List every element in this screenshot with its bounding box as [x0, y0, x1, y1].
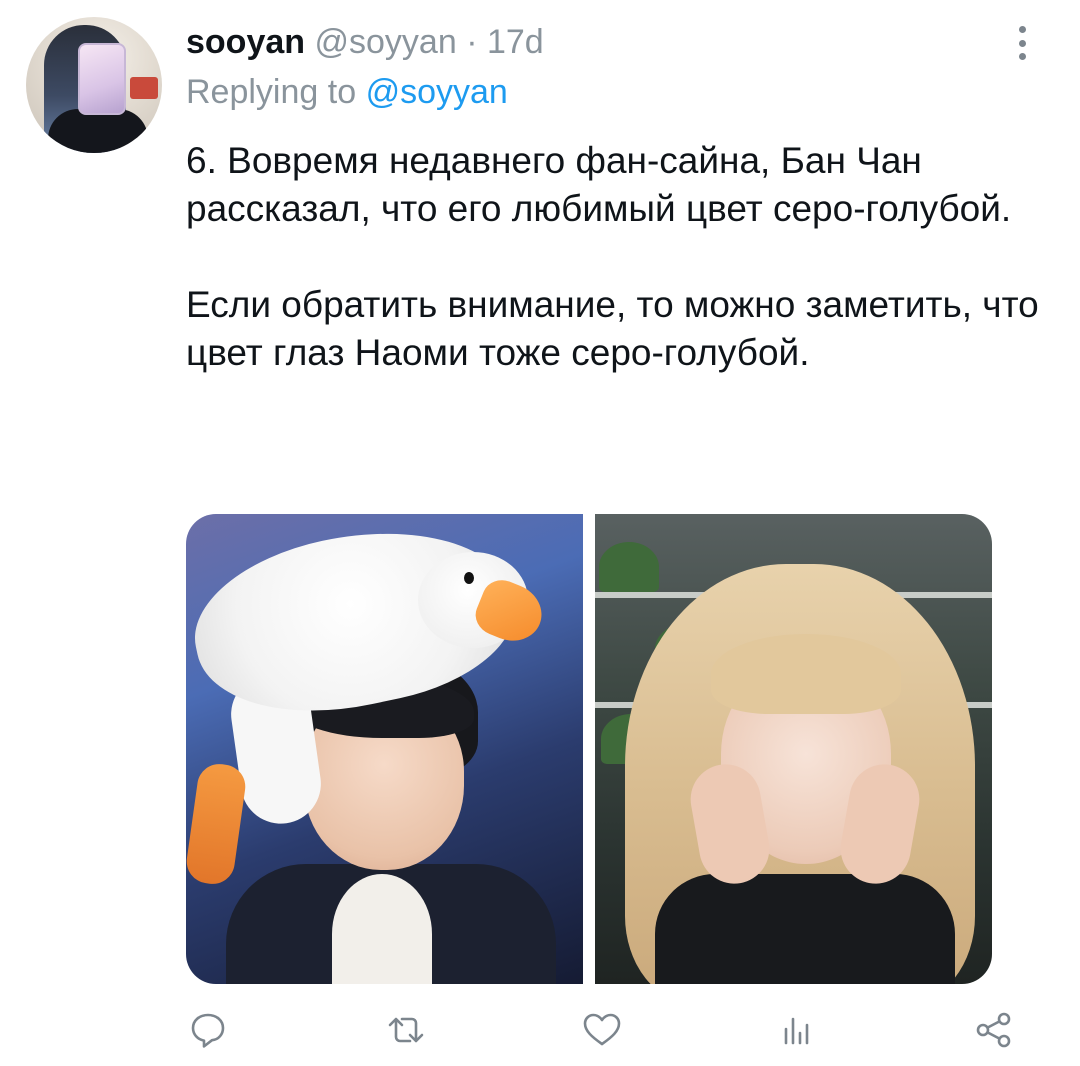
- more-options-button[interactable]: [1008, 22, 1036, 64]
- goose-plush-leg: [186, 761, 249, 887]
- analytics-button[interactable]: [766, 1000, 826, 1060]
- photo-figure-top: [655, 874, 955, 984]
- reply-mention-link[interactable]: @soyyan: [366, 73, 508, 111]
- reply-icon: [191, 1013, 225, 1048]
- avatar-phone: [78, 43, 126, 115]
- tweet-photo[interactable]: [595, 514, 992, 984]
- background-plant: [599, 542, 659, 592]
- share-icon: [976, 1012, 1011, 1048]
- avatar-shirt: [48, 109, 148, 153]
- tweet-paragraph: Если обратить внимание, то можно заметит…: [186, 284, 1039, 373]
- like-button[interactable]: [572, 1000, 632, 1060]
- avatar-background-object: [130, 77, 158, 99]
- retweet-button[interactable]: [376, 1000, 436, 1060]
- tweet-paragraph: 6. Вовремя недавнего фан-сайна, Бан Чан …: [186, 140, 1012, 229]
- photo-figure-bangs: [711, 634, 901, 714]
- retweet-icon: [388, 1017, 424, 1043]
- tweet-photo[interactable]: [186, 514, 583, 984]
- tweet-media-grid: [186, 514, 992, 984]
- photo-figure-tee: [332, 874, 432, 984]
- analytics-icon: [784, 1017, 809, 1045]
- author-handle[interactable]: @soyyan: [315, 23, 457, 61]
- reply-button[interactable]: [178, 1000, 238, 1060]
- share-button[interactable]: [964, 1000, 1024, 1060]
- tweet-text: 6. Вовремя недавнего фан-сайна, Бан Чан …: [186, 137, 1046, 377]
- more-dot-icon: [1018, 26, 1026, 33]
- like-icon: [583, 1013, 621, 1046]
- header-separator: ·: [466, 23, 478, 61]
- goose-plush-eye: [464, 572, 474, 584]
- tweet-action-bar: [0, 1000, 1080, 1060]
- author-avatar[interactable]: [26, 17, 162, 153]
- author-display-name[interactable]: sooyan: [186, 23, 305, 61]
- more-dot-icon: [1018, 53, 1026, 60]
- tweet-header: sooyan @soyyan · 17d: [186, 22, 544, 62]
- more-dot-icon: [1018, 39, 1026, 47]
- replying-to-label: Replying to: [186, 73, 357, 111]
- replying-to-line: Replying to @soyyan: [186, 71, 508, 113]
- tweet-age[interactable]: 17d: [487, 23, 544, 61]
